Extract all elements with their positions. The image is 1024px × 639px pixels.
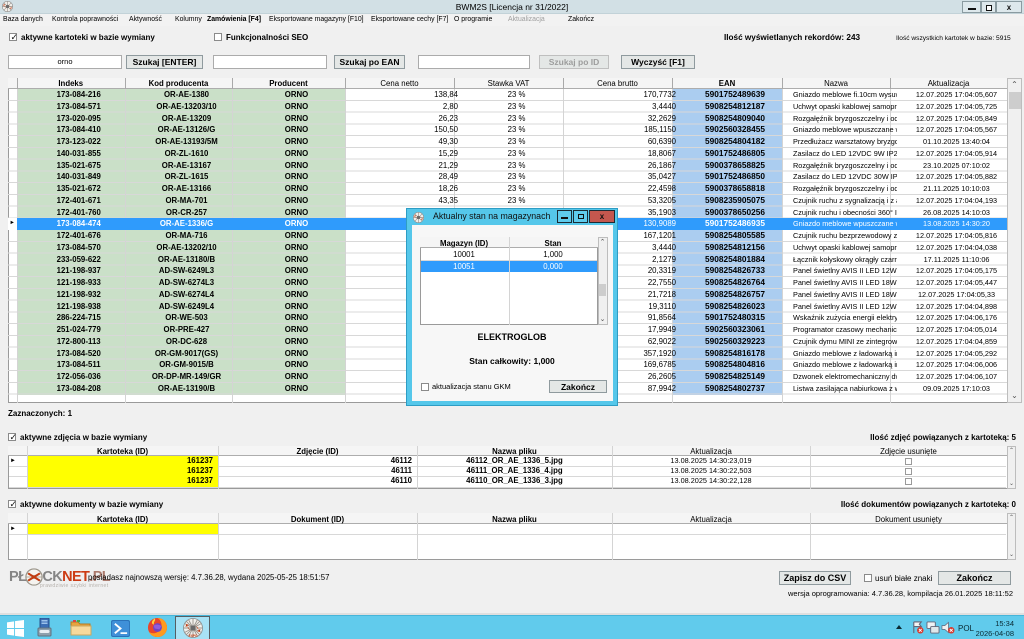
svg-text:EXPO: EXPO [189,634,198,638]
